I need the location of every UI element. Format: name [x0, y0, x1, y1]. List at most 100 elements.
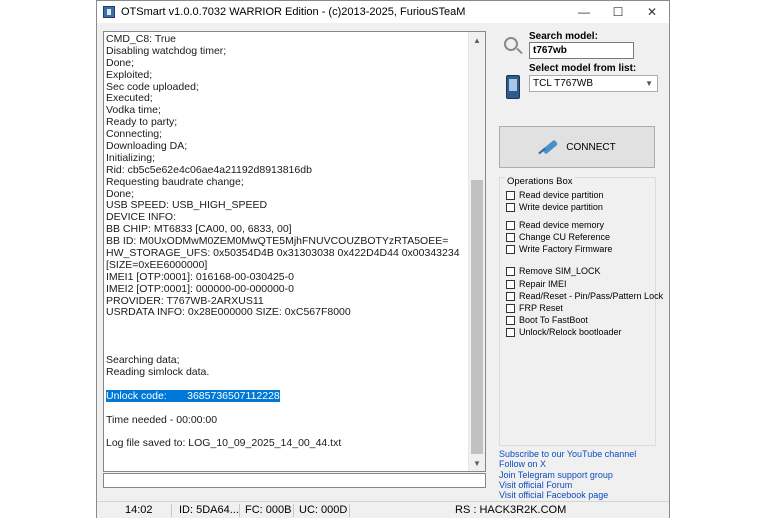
log-line-text: Done;: [106, 56, 135, 69]
log-line-text: USRDATA INFO: 0x28E000000 SIZE: 0xC567F8…: [106, 306, 351, 319]
operation-checkbox[interactable]: [506, 279, 515, 289]
log-line-text: USB SPEED: USB_HIGH_SPEED: [106, 199, 268, 212]
operation-checkbox[interactable]: [506, 291, 515, 301]
social-link[interactable]: Subscribe to our YouTube channel: [499, 449, 636, 459]
operation-checkbox[interactable]: [506, 232, 515, 242]
log-line-text: HW_STORAGE_UFS: 0x50354D4B 0x31303038 0x…: [106, 247, 460, 260]
log-line-text: Connecting;: [106, 128, 163, 141]
connect-label: CONNECT: [566, 141, 616, 153]
operation-option[interactable]: Write device partition: [506, 202, 603, 212]
log-line-text: Rid: cb5c5e62e4c06ae4a21192d8913816db: [106, 163, 312, 176]
status-bar: 14:02 ID: 5DA64... FC: 000B UC: 000D RS …: [97, 501, 669, 518]
operation-label: Write device partition: [519, 202, 603, 212]
log-line-text: Done;: [106, 187, 135, 200]
close-button[interactable]: ✕: [635, 1, 669, 23]
log-panel[interactable]: CMD_C8: True Disabling watchdog timer; Don…: [103, 31, 486, 472]
log-line-text: Executed;: [106, 92, 153, 105]
operation-option[interactable]: Repair IMEI: [506, 279, 567, 289]
operation-option[interactable]: Unlock/Relock bootloader: [506, 327, 622, 337]
log-line: Requesting baudrate change;: [106, 175, 470, 189]
operation-option[interactable]: Boot To FastBoot: [506, 315, 588, 325]
search-model-input[interactable]: t767wb: [529, 42, 634, 59]
operation-label: Read device partition: [519, 190, 604, 200]
select-model-label: Select model from list:: [529, 63, 637, 74]
operation-label: Remove SIM_LOCK: [519, 266, 601, 276]
operation-option[interactable]: Write Factory Firmware: [506, 244, 612, 254]
command-input[interactable]: [103, 473, 486, 488]
operation-checkbox[interactable]: [506, 266, 515, 276]
usb-plug-icon: [538, 136, 560, 158]
log-line-text: BB ID: M0UxODMwM0ZEM0MwQTE5MjhFNUVCOUZBO…: [106, 235, 449, 248]
status-uc: UC: 000D: [299, 504, 348, 516]
connect-button[interactable]: CONNECT: [499, 126, 655, 168]
operation-label: Read device memory: [519, 220, 605, 230]
operations-box: Operations Box Read device partition Writ…: [499, 176, 663, 446]
model-dropdown[interactable]: TCL T767WB ▼: [529, 75, 658, 92]
log-line-text: Exploited;: [106, 68, 153, 81]
operation-option[interactable]: Read device memory: [506, 220, 604, 230]
social-link[interactable]: Visit official Facebook page: [499, 490, 636, 500]
log-line-text: Disabling watchdog timer;: [106, 44, 227, 57]
log-line: Reading simlock data.: [106, 365, 470, 379]
scroll-thumb[interactable]: [471, 180, 483, 454]
operation-checkbox[interactable]: [506, 202, 515, 212]
log-line: Time needed - 00:00:00: [106, 413, 470, 427]
operation-checkbox[interactable]: [506, 220, 515, 230]
social-link[interactable]: Join Telegram support group: [499, 470, 636, 480]
log-line-text: IMEI2 [OTP:0001]: 000000-00-000000-0: [106, 282, 294, 295]
operation-checkbox[interactable]: [506, 315, 515, 325]
log-line-text: PROVIDER: T767WB-2ARXUS11: [106, 294, 264, 307]
log-line-text: Time needed - 00:00:00: [106, 413, 218, 426]
log-line-text: Searching data;: [106, 354, 180, 367]
chevron-down-icon: ▼: [645, 79, 653, 88]
operation-option[interactable]: Read/Reset - Pin/Pass/Pattern Lock: [506, 291, 663, 301]
operation-option[interactable]: Change CU Reference: [506, 232, 610, 242]
operation-label: FRP Reset: [519, 303, 563, 313]
model-selected-value: TCL T767WB: [533, 78, 594, 89]
operation-checkbox[interactable]: [506, 190, 515, 200]
operation-option[interactable]: Read device partition: [506, 190, 604, 200]
magnifier-icon: [504, 37, 518, 51]
minimize-button[interactable]: —: [567, 1, 601, 23]
app-icon: [103, 6, 115, 18]
phone-icon: [506, 75, 520, 99]
status-rs: RS : HACK3R2K.COM: [455, 504, 567, 516]
log-line: Downloading DA;: [106, 140, 470, 153]
scroll-up-arrow-icon[interactable]: ▲: [469, 32, 485, 48]
log-line-text: Log file saved to: LOG_10_09_2025_14_00_…: [106, 437, 342, 450]
log-scrollbar[interactable]: ▲ ▼: [468, 32, 485, 471]
log-line-text: DEVICE INFO:: [106, 211, 177, 224]
operation-label: Change CU Reference: [519, 232, 611, 242]
log-line-text: Reading simlock data.: [106, 365, 210, 378]
status-divider: [349, 504, 350, 517]
status-divider: [239, 504, 240, 517]
status-divider: [171, 504, 172, 517]
log-line-text: Unlock code: 3685736507112228: [106, 389, 280, 402]
links-list: Subscribe to our YouTube channel Follow o…: [499, 449, 636, 500]
log-line-text: Vodka time;: [106, 104, 161, 117]
log-line-text: Requesting baudrate change;: [106, 175, 244, 188]
log-line-text: BB CHIP: MT6833 [CA00, 00, 6833, 00]: [106, 223, 292, 236]
social-link[interactable]: Follow on X: [499, 459, 636, 469]
operation-label: Write Factory Firmware: [519, 244, 613, 254]
unlock-code-line: Unlock code: 3685736507112228: [106, 389, 470, 403]
log-line: Log file saved to: LOG_10_09_2025_14_00_…: [106, 437, 470, 450]
title-bar[interactable]: OTSmart v1.0.0.7032 WARRIOR Edition - (c…: [97, 1, 669, 23]
operation-checkbox[interactable]: [506, 327, 515, 337]
log-line-text: IMEI1 [OTP:0001]: 016168-00-030425-0: [106, 270, 294, 283]
operation-option[interactable]: Remove SIM_LOCK: [506, 266, 601, 276]
operation-checkbox[interactable]: [506, 303, 515, 313]
operation-option[interactable]: FRP Reset: [506, 303, 563, 313]
window-controls: — ☐ ✕: [567, 1, 669, 23]
social-link[interactable]: Visit official Forum: [499, 480, 636, 490]
scroll-down-arrow-icon[interactable]: ▼: [469, 455, 485, 471]
maximize-button[interactable]: ☐: [601, 1, 635, 23]
log-line: Disabling watchdog timer;: [106, 44, 470, 58]
operation-label: Repair IMEI: [519, 279, 567, 289]
log-line: Sec code uploaded;: [106, 80, 470, 94]
operation-checkbox[interactable]: [506, 244, 515, 254]
log-line-text: Sec code uploaded;: [106, 80, 199, 93]
log-line-text: Ready to party;: [106, 116, 178, 129]
